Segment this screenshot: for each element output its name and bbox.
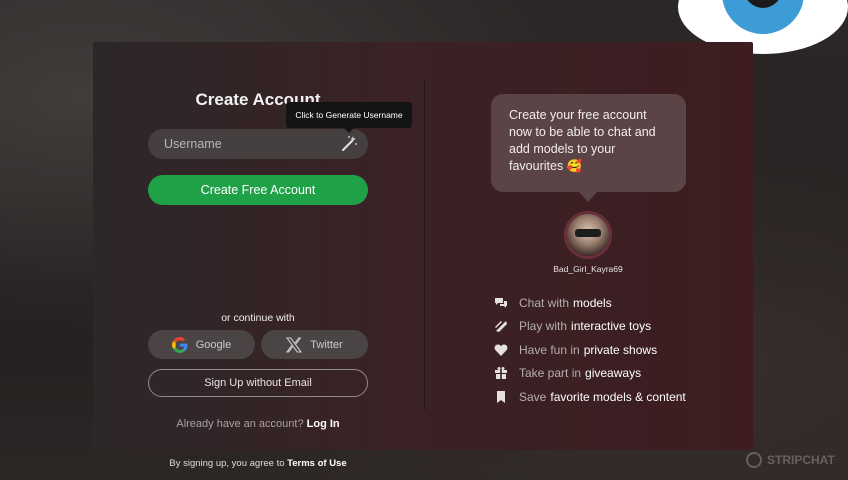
feature-highlight: private shows: [583, 342, 658, 357]
stripchat-watermark-text: STRIPCHAT: [767, 453, 835, 467]
google-signup-button[interactable]: Google: [148, 330, 255, 359]
feature-item-toys: Play with interactive toys: [494, 315, 686, 339]
feature-highlight: giveaways: [585, 366, 642, 381]
feature-muted: Chat with: [519, 295, 570, 310]
feature-item-chat: Chat with models: [494, 291, 686, 315]
feature-muted: Save: [519, 389, 547, 404]
log-in-link[interactable]: Log In: [307, 418, 340, 430]
toys-icon: [495, 321, 507, 333]
feature-highlight: favorite models & content: [550, 389, 686, 404]
feature-item-private: Have fun in private shows: [494, 338, 686, 362]
username-field-wrapper: [148, 129, 368, 159]
model-avatar[interactable]: [564, 211, 612, 259]
feature-highlight: interactive toys: [571, 319, 652, 334]
create-free-account-button[interactable]: Create Free Account: [148, 175, 368, 205]
stripchat-watermark: STRIPCHAT: [746, 452, 835, 468]
google-label: Google: [195, 338, 232, 351]
model-name: Bad_Girl_Kayra69: [553, 264, 623, 274]
feature-muted: Take part in: [519, 366, 582, 381]
heart-icon: [494, 344, 508, 356]
x-twitter-icon: [286, 336, 303, 353]
promo-speech-bubble: Create your free account now to be able …: [491, 94, 686, 202]
feature-item-save: Save favorite models & content: [494, 385, 686, 409]
terms-prefix: By signing up, you agree to: [169, 458, 285, 469]
gift-icon: [495, 367, 507, 380]
already-have-account-row: Already have an account? Log In: [148, 418, 368, 430]
feature-muted: Play with: [519, 319, 568, 334]
google-icon: [171, 336, 188, 353]
feature-muted: Have fun in: [519, 342, 580, 357]
feature-item-giveaways: Take part in giveaways: [494, 362, 686, 386]
terms-notice: By signing up, you agree to Terms of Use: [140, 458, 376, 469]
terms-of-use-link[interactable]: Terms of Use: [287, 458, 346, 469]
chat-icon: [495, 297, 507, 308]
feature-highlight: models: [573, 295, 612, 310]
continue-with-label: or continue with: [221, 312, 295, 324]
bookmark-icon: [497, 390, 505, 403]
twitter-signup-button[interactable]: Twitter: [261, 330, 368, 359]
twitter-label: Twitter: [310, 338, 343, 351]
generate-username-tooltip: Click to Generate Username: [286, 102, 412, 133]
modal-divider: [424, 80, 425, 410]
already-have-account-text: Already have an account?: [176, 418, 304, 430]
stripchat-logo-icon: [746, 452, 762, 468]
features-list: Chat with models Play with interactive t…: [494, 291, 686, 409]
username-input[interactable]: [148, 137, 328, 151]
sign-up-without-email-button[interactable]: Sign Up without Email: [148, 369, 368, 397]
magic-wand-icon[interactable]: [340, 135, 358, 153]
